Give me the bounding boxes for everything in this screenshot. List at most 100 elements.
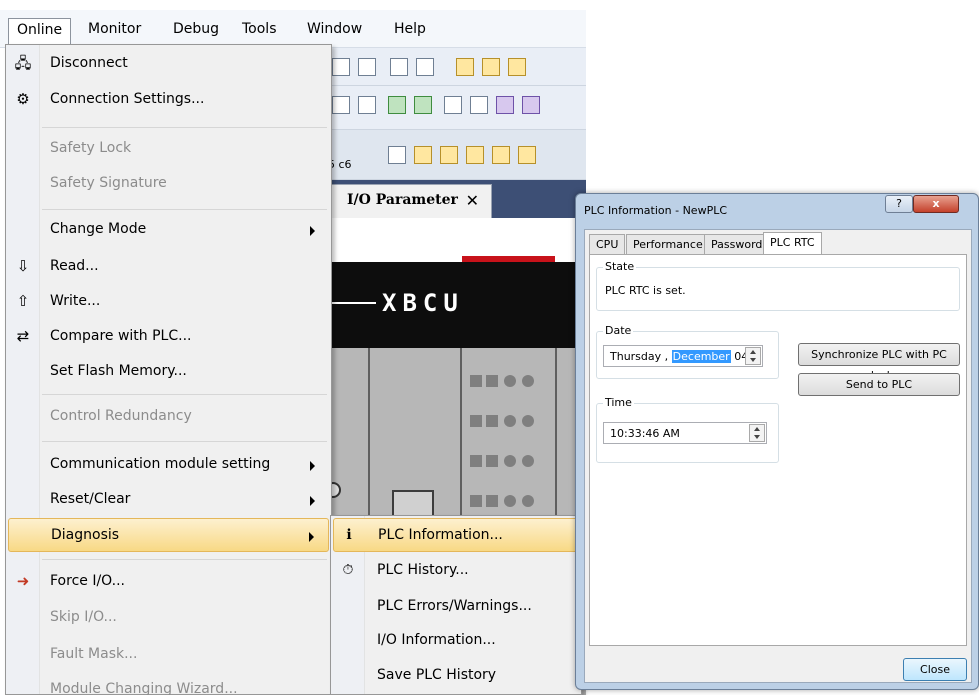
menu-item-disconnect[interactable]: 🖧 Disconnect [8,47,329,81]
menu-item-fault-mask[interactable]: Fault Mask... [8,638,329,672]
state-group-label: State [603,260,637,273]
ladder-contact-icon[interactable] [332,58,350,76]
replace-icon[interactable] [508,58,526,76]
menu-monitor[interactable]: Monitor [80,18,149,44]
edit-icon[interactable] [496,96,514,114]
settings-icon[interactable] [492,146,510,164]
menu-item-label: Read... [50,258,99,274]
synchronize-plc-button[interactable]: Synchronize PLC with PC clock [798,343,960,382]
tab-io-parameter-label: I/O Parameter [347,192,458,208]
menu-online[interactable]: Online [8,18,72,45]
time-value: 10:33:46 AM [610,427,680,440]
time-group: Time 10:33:46 AM [596,396,779,463]
date-weekday: Thursday [610,350,662,363]
menu-item-io-information[interactable]: I/O Information... [333,624,579,658]
tab-password[interactable]: Password [704,234,770,254]
cross-reference-icon[interactable] [444,96,462,114]
tab-performance[interactable]: Performance [626,234,710,254]
menu-item-plc-history[interactable]: ⏱ PLC History... [333,554,579,588]
menu-item-label: Force I/O... [50,573,125,589]
menu-item-safety-signature[interactable]: Safety Signature [8,167,329,201]
menu-item-label: PLC Information... [378,527,503,543]
date-spin-icon[interactable] [745,347,761,365]
tab-plc-rtc[interactable]: PLC RTC [763,232,822,255]
close-button[interactable]: Close [903,658,967,681]
disconnect-icon: 🖧 [14,54,32,72]
diagnosis-submenu: ℹ PLC Information... ⏱ PLC History... PL… [330,515,582,695]
used-device-icon[interactable] [470,96,488,114]
plc-rtc-panel: State PLC RTC is set. Date Thursday , De… [589,254,967,646]
state-group: State PLC RTC is set. [596,260,960,311]
menu-item-reset-clear[interactable]: Reset/Clear [8,483,329,517]
menu-item-label: Disconnect [50,55,128,71]
plc-module-label: XBCU [382,289,464,317]
trend-monitor-icon[interactable] [414,96,432,114]
menu-item-control-redundancy[interactable]: Control Redundancy [8,400,329,434]
menu-item-set-flash-memory[interactable]: Set Flash Memory... [8,355,329,389]
submenu-arrow-icon [310,496,315,506]
menu-item-module-changing-wizard[interactable]: Module Changing Wizard... [8,673,329,695]
menu-item-label: Safety Signature [50,175,167,191]
toolbar-row-2 [320,86,586,130]
menu-item-label: Write... [50,293,101,309]
menu-item-save-plc-history[interactable]: Save PLC History [333,659,579,693]
menu-item-label: Set Flash Memory... [50,363,187,379]
help-button[interactable]: ? [885,195,913,213]
system-monitor-icon[interactable] [522,96,540,114]
menu-item-connection-settings[interactable]: ⚙ Connection Settings... [8,83,329,117]
menu-item-plc-errors-warnings[interactable]: PLC Errors/Warnings... [333,590,579,624]
menu-item-change-mode[interactable]: Change Mode [8,213,329,247]
find-icon[interactable] [456,58,474,76]
date-separator: , [661,350,672,363]
menu-item-write[interactable]: ⇧ Write... [8,285,329,319]
menu-item-read[interactable]: ⇩ Read... [8,250,329,284]
toolbar-row-1 [320,48,586,86]
menu-item-plc-information[interactable]: ℹ PLC Information... [333,518,579,552]
ladder-delete-icon[interactable] [416,58,434,76]
plc-information-dialog: PLC Information - NewPLC ? x CPU Perform… [575,193,979,690]
menu-item-force-io[interactable]: ➜ Force I/O... [8,565,329,599]
tab-io-parameter[interactable]: I/O Parameter ✕ [330,184,492,218]
variable-window-icon[interactable] [358,96,376,114]
find-next-icon[interactable] [482,58,500,76]
menu-item-compare-with-plc[interactable]: ⇄ Compare with PLC... [8,320,329,354]
menu-help[interactable]: Help [386,18,434,44]
display-icon[interactable] [440,146,458,164]
project-window-icon[interactable] [332,96,350,114]
time-spin-icon[interactable] [749,424,765,442]
ladder-coil-icon[interactable] [358,58,376,76]
grid-icon[interactable] [466,146,484,164]
force-io-icon: ➜ [16,572,30,590]
menu-item-skip-io[interactable]: Skip I/O... [8,601,329,635]
function-block-icon[interactable] [518,146,536,164]
menu-item-label: Connection Settings... [50,91,205,107]
time-picker[interactable]: 10:33:46 AM [603,422,767,444]
close-window-button[interactable]: x [913,195,959,213]
submenu-arrow-icon [309,532,314,542]
menu-debug[interactable]: Debug [165,18,227,44]
send-to-plc-button[interactable]: Send to PLC [798,373,960,396]
ladder-branch-icon[interactable] [390,58,408,76]
menu-window[interactable]: Window [299,18,370,44]
dialog-title: PLC Information - NewPLC [584,204,728,217]
menu-tools[interactable]: Tools [234,18,285,44]
menu-item-label: Reset/Clear [50,491,131,507]
menu-item-diagnosis[interactable]: Diagnosis [8,518,329,552]
menu-item-safety-lock[interactable]: Safety Lock [8,132,329,166]
menu-item-label: PLC History... [377,562,469,578]
monitor-window-icon[interactable] [388,96,406,114]
zoom-icon[interactable] [414,146,432,164]
comment-icon[interactable] [388,146,406,164]
submenu-arrow-icon [310,461,315,471]
date-picker[interactable]: Thursday , December 04, [603,345,763,367]
menu-separator [42,209,327,210]
menu-item-label: Safety Lock [50,140,132,156]
menu-item-communication-module-setting[interactable]: Communication module setting [8,448,329,482]
menu-bar: Online Monitor Debug Tools Window Help [0,0,586,48]
close-tab-icon[interactable]: ✕ [466,191,479,210]
tab-cpu[interactable]: CPU [589,234,626,254]
menu-item-label: PLC Errors/Warnings... [377,598,532,614]
menu-item-label: Communication module setting [50,456,271,472]
menu-item-label: I/O Information... [377,632,496,648]
online-menu: 🖧 Disconnect ⚙ Connection Settings... Sa… [5,44,332,695]
